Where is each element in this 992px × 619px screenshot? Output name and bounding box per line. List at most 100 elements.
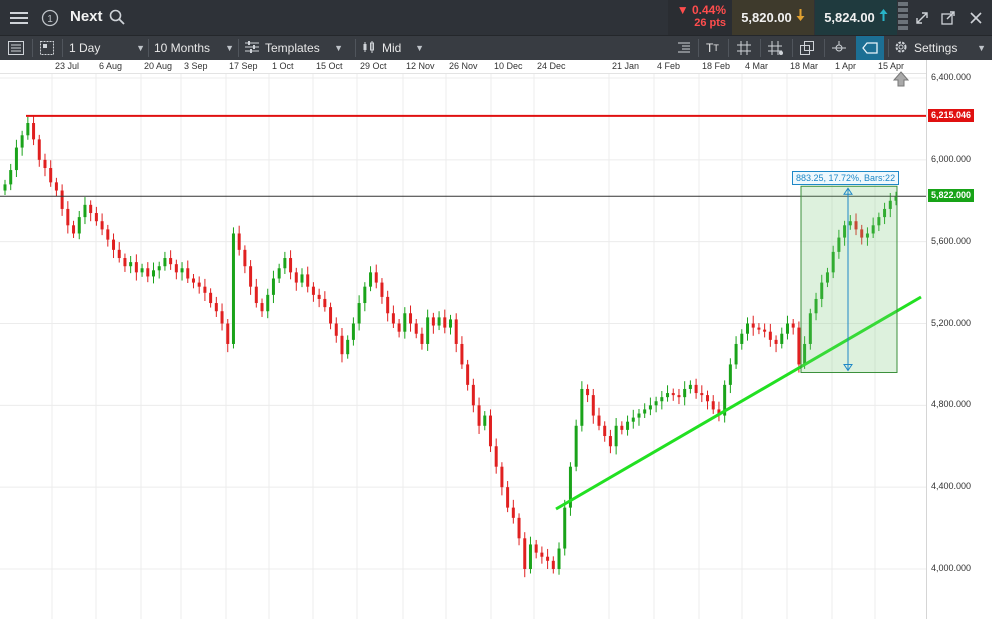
templates-select[interactable]: Templates ▼ bbox=[245, 36, 343, 60]
candle-body bbox=[528, 544, 532, 569]
candle-body bbox=[757, 327, 761, 330]
price-tick-label: 5,200.000 bbox=[931, 317, 972, 328]
date-tick-label: 24 Dec bbox=[537, 61, 566, 71]
templates-icon bbox=[245, 40, 259, 56]
candle-body bbox=[671, 393, 675, 396]
gear-icon bbox=[894, 40, 908, 57]
candle-body bbox=[123, 258, 127, 267]
range-select[interactable]: 10 Months ▼ bbox=[154, 36, 234, 60]
candle-body bbox=[243, 249, 247, 267]
candle-body bbox=[134, 262, 138, 273]
candle-body bbox=[174, 264, 178, 273]
label-tool-icon[interactable] bbox=[856, 36, 884, 60]
candle-body bbox=[443, 317, 447, 328]
text-size-icon[interactable]: TT bbox=[706, 36, 719, 60]
candle-body bbox=[494, 446, 498, 467]
date-tick-label: 10 Dec bbox=[494, 61, 523, 71]
candle-body bbox=[774, 339, 778, 344]
duplicate-icon[interactable] bbox=[800, 36, 815, 60]
candle-body bbox=[763, 329, 767, 332]
candle-body bbox=[791, 323, 795, 328]
date-tick-label: 4 Feb bbox=[657, 61, 681, 71]
date-tick-label: 3 Sep bbox=[184, 61, 208, 71]
buy-price: 5,824.00 bbox=[824, 10, 875, 25]
candle-body bbox=[197, 282, 201, 287]
candle-body bbox=[180, 268, 184, 273]
popout-icon[interactable] bbox=[938, 0, 958, 35]
candle-body bbox=[129, 262, 133, 267]
interval-label: 1 Day bbox=[69, 41, 101, 55]
candle-body bbox=[683, 388, 687, 398]
pin-tool-icon[interactable] bbox=[832, 36, 846, 60]
candle-body bbox=[254, 286, 258, 304]
candle-body bbox=[768, 331, 772, 340]
candle-body bbox=[437, 317, 441, 326]
buy-price-button[interactable]: 5,824.00 bbox=[815, 0, 897, 35]
candle-body bbox=[711, 401, 715, 410]
candle-body bbox=[591, 395, 595, 416]
history-icon[interactable]: 1 bbox=[38, 0, 62, 35]
candle-body bbox=[471, 384, 475, 406]
candle-body bbox=[340, 335, 344, 355]
candle-body bbox=[311, 286, 315, 295]
candle-body bbox=[369, 272, 373, 287]
price-tick-label: 4,800.000 bbox=[931, 399, 972, 410]
candle-body bbox=[283, 258, 287, 269]
date-tick-label: 15 Apr bbox=[878, 61, 905, 71]
instrument-title: Next bbox=[70, 8, 103, 25]
range-label: 10 Months bbox=[154, 41, 211, 55]
price-tick-label: 4,000.000 bbox=[931, 563, 972, 573]
candle-body bbox=[660, 397, 664, 402]
data-table-icon[interactable] bbox=[678, 36, 690, 60]
sell-price-button[interactable]: 5,820.00 bbox=[732, 0, 814, 35]
candle-body bbox=[209, 292, 213, 304]
candle-body bbox=[300, 274, 304, 283]
date-tick-label: 17 Sep bbox=[229, 61, 258, 71]
candle-body bbox=[534, 544, 538, 553]
settings-button[interactable]: Settings ▼ bbox=[894, 36, 986, 60]
menu-icon[interactable] bbox=[6, 0, 32, 35]
layout-grid-icon[interactable] bbox=[40, 36, 54, 60]
price-axis[interactable]: 6,215.046 5,822.000 6,400.000 6,000.000 5,… bbox=[926, 60, 992, 619]
candle-body bbox=[740, 333, 744, 344]
price-type-label: Mid bbox=[382, 41, 402, 55]
candle-body bbox=[414, 323, 418, 334]
candle-body bbox=[329, 307, 333, 324]
candle-body bbox=[666, 393, 670, 398]
list-icon[interactable] bbox=[8, 36, 24, 60]
candle-body bbox=[483, 415, 487, 426]
candle-body bbox=[380, 282, 384, 297]
sell-price: 5,820.00 bbox=[741, 10, 792, 25]
candle-body bbox=[460, 343, 464, 365]
scroll-up-icon[interactable] bbox=[892, 71, 910, 92]
candle-body bbox=[403, 313, 407, 332]
candle-body bbox=[409, 313, 413, 324]
crosshair-tools-icon[interactable] bbox=[768, 36, 784, 60]
price-tick-label: 6,400.000 bbox=[931, 72, 972, 82]
candle-body bbox=[186, 268, 190, 279]
candle-body bbox=[785, 323, 789, 334]
candle-body bbox=[557, 548, 561, 569]
chevron-down-icon: ▼ bbox=[415, 43, 424, 53]
grid-icon[interactable] bbox=[737, 36, 751, 60]
close-icon[interactable] bbox=[966, 0, 986, 35]
interval-select[interactable]: 1 Day ▼ bbox=[69, 36, 145, 60]
expand-icon[interactable] bbox=[912, 0, 932, 35]
candle-body bbox=[26, 123, 30, 136]
candle-body bbox=[540, 552, 544, 557]
candle-body bbox=[386, 296, 390, 314]
date-tick-label: 1 Apr bbox=[835, 61, 857, 71]
date-tick-label: 26 Nov bbox=[449, 61, 478, 71]
depth-slider[interactable] bbox=[898, 2, 908, 32]
candle-body bbox=[648, 405, 652, 410]
candle-body bbox=[706, 395, 710, 402]
search-icon[interactable] bbox=[109, 9, 125, 30]
price-type-select[interactable]: Mid ▼ bbox=[362, 36, 424, 60]
horizontal-line-price-badge: 6,215.046 bbox=[928, 108, 975, 122]
candle-body bbox=[214, 303, 218, 312]
candle-body bbox=[37, 139, 41, 160]
date-tick-label: 12 Nov bbox=[406, 61, 435, 71]
price-chart[interactable] bbox=[0, 74, 926, 619]
candle-body bbox=[106, 229, 110, 240]
sell-down-arrow-icon bbox=[796, 8, 805, 27]
